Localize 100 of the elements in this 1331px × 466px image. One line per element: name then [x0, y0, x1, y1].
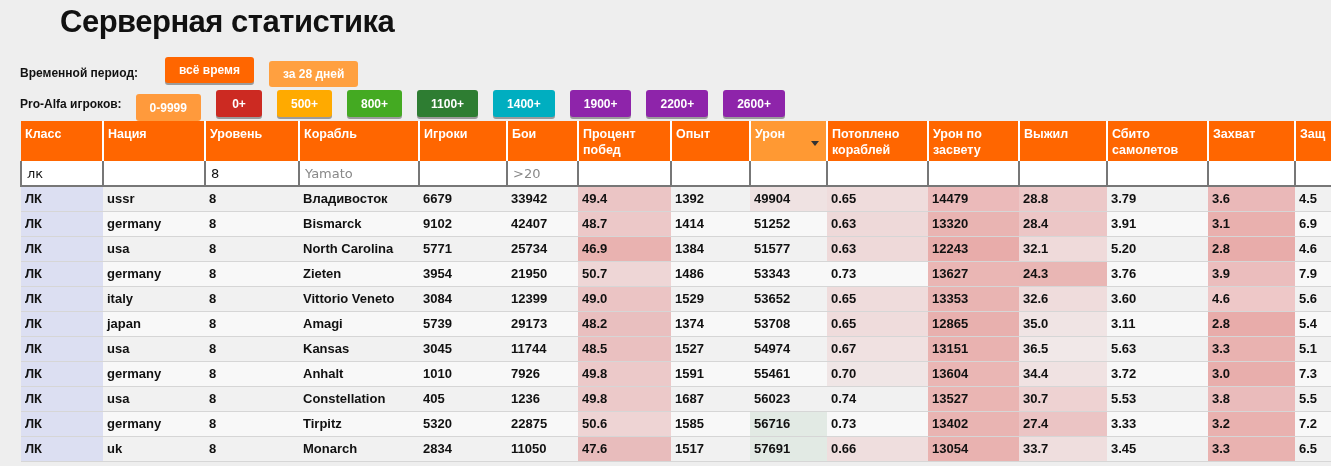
table-cell: Amagi [299, 311, 419, 336]
table-cell: 24.3 [1019, 261, 1107, 286]
table-cell: 13054 [928, 436, 1019, 461]
table-cell: 50.7 [578, 261, 671, 286]
table-cell: 49.8 [578, 361, 671, 386]
table-cell: 3.60 [1107, 286, 1208, 311]
table-cell: 53343 [750, 261, 827, 286]
table-cell: 4.5 [1295, 186, 1331, 211]
table-cell: 35.0 [1019, 311, 1107, 336]
column-header[interactable]: Процент побед [578, 121, 671, 161]
table-cell: 7.9 [1295, 261, 1331, 286]
table-cell: 5.53 [1107, 386, 1208, 411]
column-header[interactable]: Сбито самолетов [1107, 121, 1208, 161]
table-cell: 49.8 [578, 386, 671, 411]
table-cell: 8 [205, 236, 299, 261]
table-cell: Anhalt [299, 361, 419, 386]
table-cell: 6.5 [1295, 436, 1331, 461]
table-cell: ЛК [21, 211, 103, 236]
rating-filter-button[interactable]: 800+ [347, 90, 403, 117]
table-cell: ЛК [21, 411, 103, 436]
table-cell: 48.2 [578, 311, 671, 336]
rating-filter-button[interactable]: 2600+ [723, 90, 785, 117]
column-header[interactable]: Игроки [419, 121, 507, 161]
table-cell: 7926 [507, 361, 578, 386]
table-cell: 7.3 [1295, 361, 1331, 386]
column-header[interactable]: Опыт [671, 121, 750, 161]
table-cell: 2.8 [1208, 311, 1295, 336]
table-cell: germany [103, 361, 205, 386]
table-cell: Constellation [299, 386, 419, 411]
table-cell: 3.9 [1208, 261, 1295, 286]
table-cell: 5.6 [1295, 286, 1331, 311]
table-cell: 48.7 [578, 211, 671, 236]
table-cell: 1687 [671, 386, 750, 411]
table-cell: usa [103, 336, 205, 361]
period-label: Временной период: [20, 66, 138, 80]
rating-filter-button[interactable]: 0-9999 [135, 94, 201, 121]
table-cell: 13353 [928, 286, 1019, 311]
table-cell: 3.8 [1208, 386, 1295, 411]
column-header[interactable]: Бои [507, 121, 578, 161]
table-cell: italy [103, 286, 205, 311]
table-cell: 8 [205, 211, 299, 236]
column-header[interactable]: Корабль [299, 121, 419, 161]
table-cell: 0.65 [827, 186, 928, 211]
table-cell: 8 [205, 186, 299, 211]
table-cell: 13527 [928, 386, 1019, 411]
table-cell: Tirpitz [299, 411, 419, 436]
column-header[interactable]: Выжил [1019, 121, 1107, 161]
table-cell: 33942 [507, 186, 578, 211]
column-header[interactable]: Класс [21, 121, 103, 161]
column-header[interactable]: Защ [1295, 121, 1331, 161]
table-cell: 0.63 [827, 236, 928, 261]
table-cell: 11744 [507, 336, 578, 361]
table-cell: 0.67 [827, 336, 928, 361]
table-cell: 5.63 [1107, 336, 1208, 361]
table-cell: 49904 [750, 186, 827, 211]
column-header[interactable]: Урон [750, 121, 827, 161]
table-cell: 0.65 [827, 311, 928, 336]
table-cell: 22875 [507, 411, 578, 436]
table-cell: 6.9 [1295, 211, 1331, 236]
table-cell: usa [103, 386, 205, 411]
table-cell: 9102 [419, 211, 507, 236]
table-cell: 0.73 [827, 261, 928, 286]
column-header[interactable]: Урон по засвету [928, 121, 1019, 161]
table-cell: 5.5 [1295, 386, 1331, 411]
rating-filter-button[interactable]: 1400+ [493, 90, 555, 117]
table-cell: 13320 [928, 211, 1019, 236]
table-cell: 0.66 [827, 436, 928, 461]
table-cell: 1374 [671, 311, 750, 336]
column-header[interactable]: Нация [103, 121, 205, 161]
table-cell: 0.73 [827, 411, 928, 436]
table-cell: germany [103, 211, 205, 236]
table-cell: 1585 [671, 411, 750, 436]
table-cell: 30.7 [1019, 386, 1107, 411]
rating-filter-button[interactable]: 500+ [276, 90, 332, 117]
table-cell: ЛК [21, 186, 103, 211]
table-cell: 28.8 [1019, 186, 1107, 211]
period-button[interactable]: за 28 дней [268, 61, 359, 87]
table-cell: 36.5 [1019, 336, 1107, 361]
rating-filter-button[interactable]: 1100+ [417, 90, 479, 117]
column-header[interactable]: Уровень [205, 121, 299, 161]
table-cell: 8 [205, 286, 299, 311]
period-button[interactable]: всё время [165, 57, 254, 83]
column-header[interactable]: Захват [1208, 121, 1295, 161]
table-cell: 8 [205, 311, 299, 336]
table-cell: 3045 [419, 336, 507, 361]
table-cell: 55461 [750, 361, 827, 386]
table-cell: 53652 [750, 286, 827, 311]
rating-filter-button[interactable]: 0+ [215, 90, 262, 117]
table-cell: 1591 [671, 361, 750, 386]
table-cell: 3.0 [1208, 361, 1295, 386]
rating-filter-button[interactable]: 1900+ [569, 90, 632, 117]
table-cell: 3.6 [1208, 186, 1295, 211]
column-header[interactable]: Потоплено кораблей [827, 121, 928, 161]
table-cell: 56023 [750, 386, 827, 411]
table-cell: 50.6 [578, 411, 671, 436]
table-cell: 5.1 [1295, 336, 1331, 361]
table-cell: 12865 [928, 311, 1019, 336]
rating-filter-button[interactable]: 2200+ [646, 90, 709, 117]
sort-caret-icon [811, 141, 819, 146]
table-cell: 57691 [750, 436, 827, 461]
